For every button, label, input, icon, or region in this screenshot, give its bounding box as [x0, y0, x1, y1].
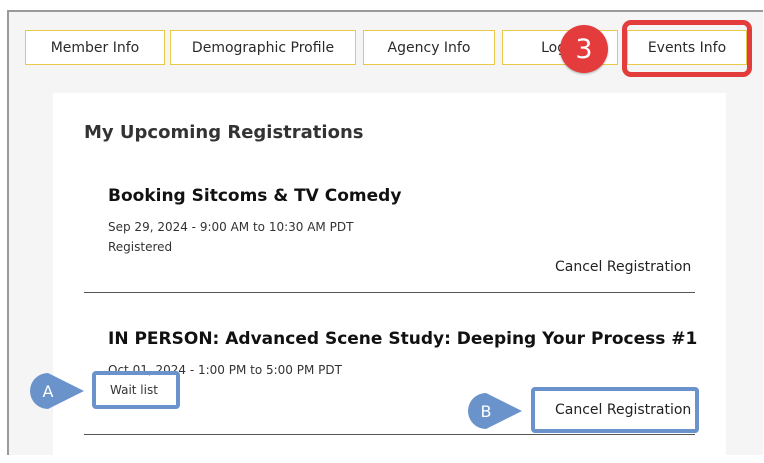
event-datetime: Sep 29, 2024 - 9:00 AM to 10:30 AM PDT: [108, 220, 354, 234]
tab-label: Member Info: [50, 39, 140, 56]
tab-member-info[interactable]: Member Info: [25, 30, 165, 65]
tab-demographic-profile[interactable]: Demographic Profile: [170, 30, 356, 65]
cancel-callout-box: [531, 387, 699, 433]
callout-marker-a: A: [28, 371, 86, 411]
tab-agency-info[interactable]: Agency Info: [363, 30, 495, 65]
tab-label: Demographic Profile: [191, 39, 335, 56]
event-title: IN PERSON: Advanced Scene Study: Deeping…: [108, 329, 698, 349]
registration-status: Registered: [108, 240, 173, 254]
section-heading: My Upcoming Registrations: [84, 122, 364, 143]
events-tab-highlight: [622, 20, 752, 77]
event-title: Booking Sitcoms & TV Comedy: [108, 186, 402, 206]
callout-label: A: [42, 381, 54, 401]
step-badge: 3: [560, 25, 608, 73]
tab-label: Agency Info: [387, 39, 471, 56]
wait-list-callout-box: [92, 371, 180, 409]
cancel-registration-button[interactable]: Cancel Registration: [555, 259, 691, 275]
divider: [84, 434, 695, 435]
divider: [84, 292, 695, 293]
callout-marker-b: B: [466, 391, 524, 431]
callout-label: B: [480, 401, 492, 421]
